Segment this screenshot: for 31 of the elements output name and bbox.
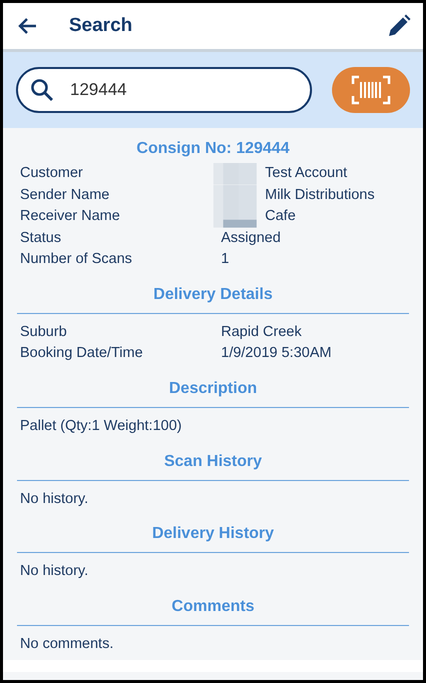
section-text: No history. xyxy=(19,562,90,582)
field-label: Booking Date/Time xyxy=(19,344,144,364)
field-value: Cafe xyxy=(265,207,296,226)
page-title: Search xyxy=(69,14,134,38)
section-text: No comments. xyxy=(19,634,114,654)
section-text: Pallet (Qty:1 Weight:100) xyxy=(19,417,183,436)
field-label: Sender Name xyxy=(19,186,110,205)
field-value: Test Account xyxy=(265,164,348,183)
field-label: Customer xyxy=(19,164,84,183)
back-button[interactable] xyxy=(17,17,37,35)
section-text: No history. xyxy=(19,490,90,509)
barcode-icon xyxy=(351,75,391,105)
search-field[interactable]: 129444 xyxy=(16,67,312,113)
field-label: Status xyxy=(19,228,62,248)
section-heading: Scan History xyxy=(17,438,409,481)
field-value: Rapid Creek xyxy=(221,322,302,342)
edit-button[interactable] xyxy=(387,14,411,38)
field-label: Number of Scans xyxy=(19,250,134,270)
barcode-scan-button[interactable] xyxy=(332,67,410,113)
field-value: 1 xyxy=(221,250,230,270)
section-heading: Comments xyxy=(17,582,409,626)
field-value: Assigned xyxy=(221,228,281,248)
field-value: 1/9/2019 5:30AM xyxy=(221,344,332,364)
section-heading: Delivery History xyxy=(17,510,409,554)
field-label: Receiver Name xyxy=(19,207,121,226)
consignment-number: Consign No: 129444 xyxy=(136,139,290,159)
field-value: Milk Distributions xyxy=(265,186,375,205)
section-heading: Delivery Details xyxy=(17,270,409,314)
search-icon xyxy=(30,78,54,102)
field-label: Suburb xyxy=(19,322,68,342)
section-heading: Description xyxy=(17,365,409,408)
